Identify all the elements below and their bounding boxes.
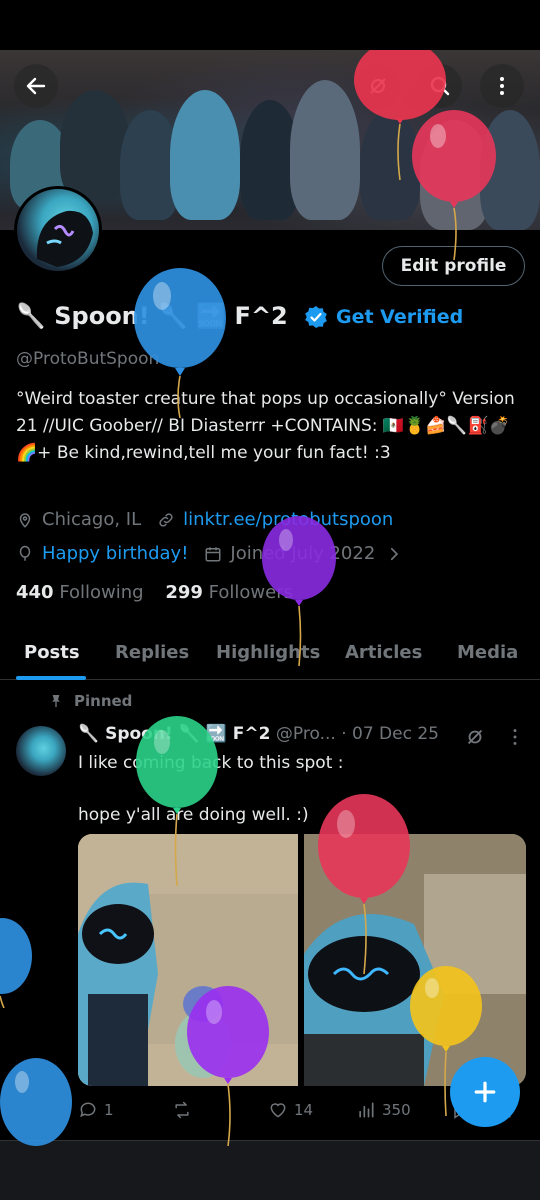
more-button[interactable] bbox=[480, 64, 524, 108]
retweet-action[interactable] bbox=[172, 1100, 192, 1120]
status-bar bbox=[0, 0, 540, 50]
website-link[interactable]: linktr.ee/protobutspoon bbox=[183, 509, 393, 530]
tab-media[interactable]: Media bbox=[457, 642, 518, 663]
grok-icon bbox=[370, 78, 386, 94]
profile-bio: °Weird toaster creature that pops up occ… bbox=[16, 389, 515, 463]
post-image-1[interactable] bbox=[78, 834, 298, 1086]
balloon-blue-2 bbox=[0, 918, 32, 1008]
more-vertical-icon bbox=[500, 77, 504, 95]
profile-tabs: Posts Replies Highlights Articles Media bbox=[0, 628, 540, 680]
views-icon bbox=[359, 1102, 374, 1118]
follow-stats: 440 Following 299 Followers bbox=[16, 582, 293, 603]
search-button[interactable] bbox=[418, 64, 462, 108]
post-header: 🥄 Spoon! 🥄 🔜 F^2 @Pro... · 07 Dec 25 bbox=[78, 724, 439, 744]
post-author-name[interactable]: 🥄 Spoon! 🥄 🔜 F^2 bbox=[78, 724, 271, 744]
post-date[interactable]: · 07 Dec 25 bbox=[341, 724, 439, 744]
retweet-icon bbox=[175, 1101, 189, 1119]
birthday-link[interactable]: Happy birthday! bbox=[42, 543, 188, 564]
followers-count: 299 bbox=[165, 582, 203, 603]
link-icon bbox=[159, 512, 173, 527]
followers-label: Followers bbox=[208, 582, 293, 603]
active-tab-indicator bbox=[16, 676, 86, 680]
like-action[interactable]: 14 bbox=[268, 1100, 313, 1120]
get-verified-label: Get Verified bbox=[336, 306, 464, 328]
following-label: Following bbox=[59, 582, 144, 603]
back-button[interactable] bbox=[14, 64, 58, 108]
following-link[interactable]: 440 Following bbox=[16, 582, 144, 603]
post-image-1-content bbox=[78, 834, 298, 1086]
grok-icon[interactable] bbox=[464, 726, 486, 748]
location-icon bbox=[19, 512, 31, 528]
pin-icon bbox=[52, 695, 60, 707]
joined-date: Joined July 2022 bbox=[230, 543, 376, 564]
followers-link[interactable]: 299 Followers bbox=[165, 582, 293, 603]
grok-button[interactable] bbox=[356, 64, 400, 108]
display-name: 🥄 Spoon! 🥄 🔜 F^2 bbox=[16, 302, 288, 330]
search-icon bbox=[430, 76, 450, 96]
birthday-joined-row: Happy birthday! Joined July 2022 bbox=[16, 543, 411, 564]
compose-button[interactable] bbox=[450, 1057, 520, 1127]
post-avatar[interactable] bbox=[16, 726, 66, 776]
tab-posts[interactable]: Posts bbox=[24, 642, 80, 663]
location-text: Chicago, IL bbox=[42, 509, 142, 530]
post-text: I like coming back to this spot : hope y… bbox=[78, 753, 344, 825]
get-verified-link[interactable]: Get Verified bbox=[304, 305, 463, 329]
edit-profile-button[interactable]: Edit profile bbox=[382, 246, 525, 286]
compose-plus-icon bbox=[474, 1081, 496, 1103]
following-count: 440 bbox=[16, 582, 54, 603]
bottom-navigation-bar bbox=[0, 1140, 540, 1200]
tab-articles[interactable]: Articles bbox=[345, 642, 422, 663]
post-image-2[interactable] bbox=[304, 834, 526, 1086]
more-horizontal-icon[interactable] bbox=[504, 726, 526, 748]
pinned-label: Pinned bbox=[74, 692, 133, 710]
balloon-icon bbox=[19, 545, 31, 561]
avatar[interactable] bbox=[14, 186, 102, 274]
post-image-2-content bbox=[304, 834, 526, 1086]
tab-replies[interactable]: Replies bbox=[115, 642, 189, 663]
calendar-icon bbox=[205, 546, 221, 561]
verified-badge-icon bbox=[305, 306, 327, 328]
reply-action[interactable]: 1 bbox=[78, 1100, 114, 1120]
location-row: Chicago, IL linktr.ee/protobutspoon bbox=[16, 509, 393, 530]
tab-highlights[interactable]: Highlights bbox=[216, 642, 320, 663]
pinned-indicator: Pinned bbox=[48, 692, 132, 710]
user-handle: @ProtoButSpoon bbox=[16, 349, 160, 369]
views-count: 350 bbox=[382, 1101, 411, 1119]
avatar-image bbox=[36, 210, 93, 267]
like-count: 14 bbox=[294, 1101, 314, 1119]
back-arrow-icon bbox=[26, 77, 46, 95]
reply-icon bbox=[80, 1102, 96, 1118]
chevron-right-icon[interactable] bbox=[385, 545, 403, 563]
reply-count: 1 bbox=[104, 1101, 114, 1119]
views-action[interactable]: 350 bbox=[356, 1100, 411, 1120]
post-author-handle[interactable]: @Pro... bbox=[276, 724, 336, 744]
like-icon bbox=[270, 1103, 286, 1118]
